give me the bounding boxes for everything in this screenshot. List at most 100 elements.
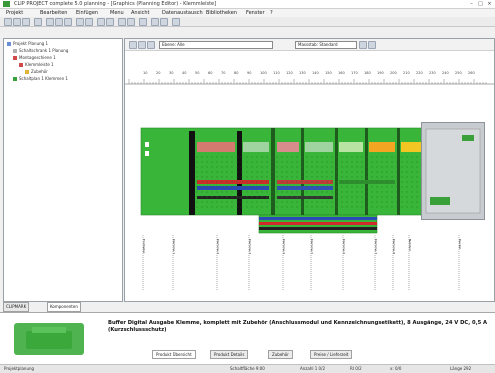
terminal-dot	[286, 181, 288, 183]
terminal-dot	[366, 181, 368, 183]
terminal-dot	[306, 176, 308, 178]
undo-icon[interactable]	[76, 18, 84, 26]
tab-prices[interactable]: Preise / Lieferzeit	[310, 350, 353, 359]
menu-item[interactable]: Einfügen	[76, 10, 98, 16]
terminal-dot	[236, 161, 238, 163]
power-supply-module[interactable]	[421, 122, 485, 220]
terminal-dot	[346, 171, 348, 173]
terminal-dot	[321, 171, 323, 173]
terminal-dot	[301, 191, 303, 193]
menu-item[interactable]: Bibliotheken	[206, 10, 237, 16]
menu-item[interactable]: Menu	[110, 10, 124, 16]
report-icon[interactable]	[160, 18, 168, 26]
save-icon[interactable]	[22, 18, 30, 26]
terminal-dot	[291, 181, 293, 183]
menu-item[interactable]: Fenster	[246, 10, 265, 16]
terminal-dot	[291, 206, 293, 208]
terminal-dot	[311, 156, 313, 158]
zoom-in-icon[interactable]	[97, 18, 105, 26]
close-icon[interactable]: ×	[486, 1, 493, 7]
terminal-dot	[201, 196, 203, 198]
terminal-dot	[206, 201, 208, 203]
tab-product-overview[interactable]: Produkt Übersicht	[152, 350, 196, 359]
terminal-dot	[371, 171, 373, 173]
properties-icon[interactable]	[139, 18, 147, 26]
accessory-icon	[25, 70, 29, 74]
terminal-dot	[336, 161, 338, 163]
terminal-dot	[261, 161, 263, 163]
tab-accessories[interactable]: Zubehör	[268, 350, 293, 359]
terminal-dot	[251, 186, 253, 188]
terminal-dot	[396, 166, 398, 168]
terminal-dot	[251, 161, 253, 163]
terminal-dot	[231, 186, 233, 188]
copy-icon[interactable]	[55, 18, 63, 26]
menu-item[interactable]: Datenaustausch	[162, 10, 203, 16]
layer-icon[interactable]	[127, 18, 135, 26]
terminal-dot	[266, 201, 268, 203]
redo-icon[interactable]	[85, 18, 93, 26]
terminal-dot	[226, 161, 228, 163]
menu-item[interactable]: Projekt	[6, 10, 23, 16]
terminal-dot	[336, 156, 338, 158]
menu-item[interactable]: ?	[270, 10, 273, 16]
terminal-dot	[366, 201, 368, 203]
terminal-dot	[266, 161, 268, 163]
terminal-dot	[331, 191, 333, 193]
terminal-dot	[281, 201, 283, 203]
terminal-dot	[331, 196, 333, 198]
status-length: Länge 292	[450, 366, 472, 371]
tree-item[interactable]: Zubehör	[25, 69, 48, 75]
tree-item[interactable]: Montageschiene 1	[13, 55, 56, 61]
terminal-dot	[311, 161, 313, 163]
terminal-dot	[316, 171, 318, 173]
terminal-dot	[236, 201, 238, 203]
minimize-icon[interactable]: –	[468, 1, 475, 7]
terminal-dot	[391, 206, 393, 208]
terminal-dot	[246, 201, 248, 203]
terminal-dot	[416, 171, 418, 173]
check-icon[interactable]	[151, 18, 159, 26]
terminal-dot	[206, 161, 208, 163]
new-icon[interactable]	[4, 18, 12, 26]
terminal-dot	[366, 206, 368, 208]
terminal-dot	[331, 201, 333, 203]
menu-item[interactable]: Ansicht	[131, 10, 149, 16]
terminal-dot	[416, 166, 418, 168]
tab-components[interactable]: Komponenten	[47, 302, 81, 312]
grid-icon[interactable]	[118, 18, 126, 26]
terminal-dot	[256, 171, 258, 173]
tree-item[interactable]: Schaltplan 1 Klemmen 1	[13, 76, 68, 82]
terminal-dot	[341, 186, 343, 188]
cut-icon[interactable]	[46, 18, 54, 26]
project-icon	[7, 42, 11, 46]
terminal-dot	[321, 186, 323, 188]
menu-bar: Projekt Bearbeiten Einfügen Menu Ansicht…	[0, 9, 495, 17]
component-label: Klemme 5	[310, 239, 314, 255]
terminal-dot	[396, 186, 398, 188]
terminal-dot	[381, 171, 383, 173]
tab-product-details[interactable]: Produkt Details	[210, 350, 249, 359]
tree-item[interactable]: Klemmleiste 1	[19, 62, 54, 68]
print-icon[interactable]	[34, 18, 42, 26]
terminal-dot	[286, 166, 288, 168]
terminal-dot	[201, 156, 203, 158]
terminal-dot	[346, 196, 348, 198]
terminal-dot	[361, 166, 363, 168]
terminal-dot	[201, 191, 203, 193]
paste-icon[interactable]	[64, 18, 72, 26]
open-icon[interactable]	[13, 18, 21, 26]
terminal-dot	[266, 166, 268, 168]
terminal-dot	[256, 176, 258, 178]
zoom-out-icon[interactable]	[106, 18, 114, 26]
terminal-dot	[261, 171, 263, 173]
help-icon[interactable]	[172, 18, 180, 26]
menu-item[interactable]: Bearbeiten	[40, 10, 67, 16]
terminal-dot	[396, 206, 398, 208]
tree-item[interactable]: Schaltschrank 1 Planung	[13, 48, 68, 54]
tree-item[interactable]: Projekt Planung 1	[7, 41, 48, 47]
terminal-dot	[346, 161, 348, 163]
tab-clipmark[interactable]: CLIPMARK	[3, 302, 30, 312]
terminal-dot	[316, 201, 318, 203]
maximize-icon[interactable]: □	[477, 1, 484, 7]
